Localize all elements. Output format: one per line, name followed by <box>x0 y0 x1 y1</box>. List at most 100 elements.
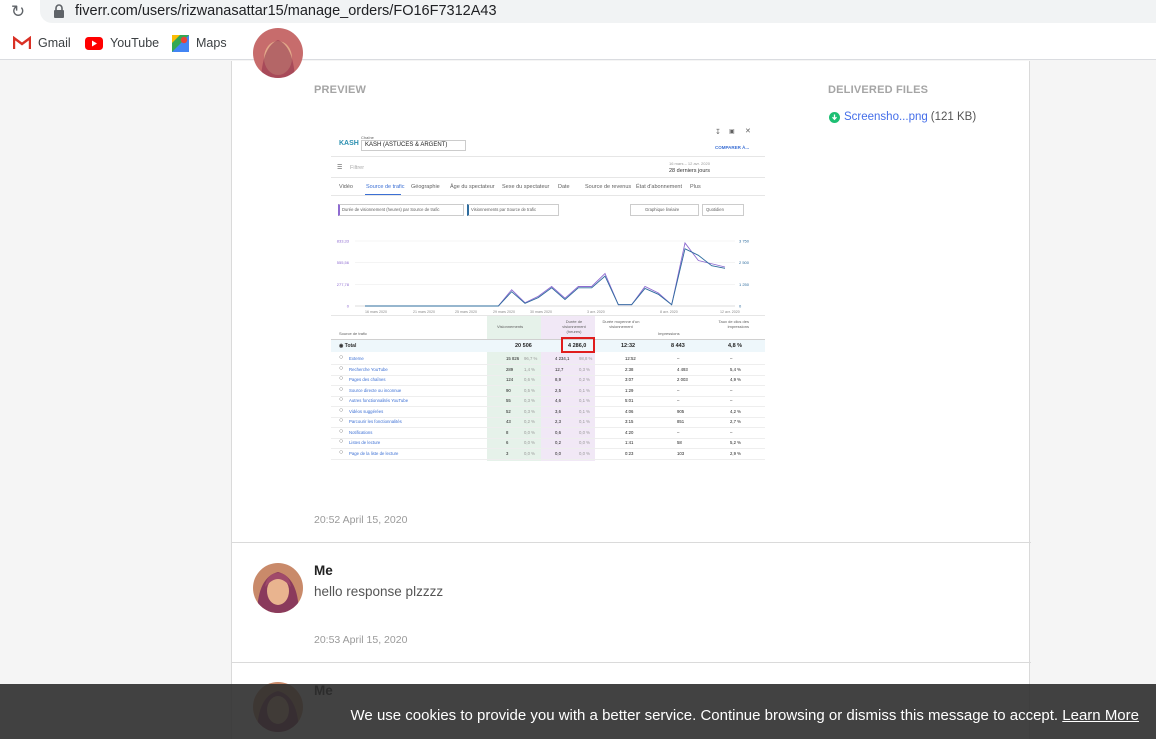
col-header: Durée de visionnement (heures) <box>562 319 586 334</box>
learn-more-link[interactable]: Learn More <box>1062 707 1139 724</box>
row-views: 90 <box>506 387 511 393</box>
bookmark-gmail[interactable]: Gmail <box>13 35 71 51</box>
row-source: Autres fonctionnalités YouTube <box>349 398 409 403</box>
row-avg: 5:01 <box>625 398 634 403</box>
row-views-pct: 0,3 % <box>524 398 535 403</box>
timestamp: 20:52 April 15, 2020 <box>314 514 408 526</box>
timestamp: 20:53 April 15, 2020 <box>314 634 408 646</box>
row-avg: 1:41 <box>625 440 634 445</box>
reload-icon[interactable]: ↻ <box>9 3 27 21</box>
x-tick: 12 avr. 2020 <box>720 310 740 314</box>
row-watch-pct: 0,1 % <box>579 408 590 414</box>
total-ctr: 4,8 % <box>728 343 743 349</box>
row-impr: 4 493 <box>677 366 688 372</box>
row-avg: 4:20 <box>625 429 634 435</box>
row-views-pct: 0,6 % <box>524 377 535 382</box>
cookie-message: We use cookies to provide you with a bet… <box>351 707 1139 724</box>
bookmark-label: Maps <box>196 36 227 50</box>
message-divider <box>232 542 1031 543</box>
row-views: 52 <box>506 408 511 414</box>
tab: Date <box>558 184 570 190</box>
row-watch: 4 234,1 <box>555 356 570 361</box>
row-avg: 1:29 <box>625 387 634 393</box>
row-views-pct: 0,0 % <box>524 450 535 456</box>
row-avg: 4:06 <box>625 408 634 414</box>
col-header: Impressions <box>658 331 680 336</box>
row-ctr: – <box>730 356 733 361</box>
row-impr: 851 <box>677 419 685 424</box>
lock-icon[interactable] <box>53 4 65 18</box>
row-radio: ○ <box>339 385 344 393</box>
file-link[interactable]: Screensho...png <box>844 111 928 123</box>
series-views <box>365 248 726 307</box>
row-avg: 0:23 <box>625 450 634 456</box>
row-avg: 12:52 <box>625 356 636 361</box>
y-tick-right: 3 750 <box>739 239 750 244</box>
row-views: 15 826 <box>506 356 520 361</box>
x-tick: 21 mars 2020 <box>413 310 435 314</box>
row-watch-pct: 0,2 % <box>579 377 590 382</box>
row-impr: 58 <box>677 440 682 445</box>
bookmark-youtube[interactable]: YouTube <box>85 35 159 51</box>
row-watch: 4,6 <box>555 398 561 403</box>
total-impr: 8 443 <box>671 343 685 349</box>
row-ctr: 4,2 % <box>730 408 741 414</box>
row-watch-pct: 0,0 % <box>579 450 590 456</box>
row-radio: ○ <box>339 417 344 424</box>
close-icon: ✕ <box>745 128 751 135</box>
row-source: Externe <box>349 356 364 361</box>
row-watch: 12,7 <box>555 366 564 372</box>
row-ctr: – <box>730 429 733 435</box>
row-impr: – <box>677 398 680 403</box>
comment-icon: ▣ <box>729 129 735 135</box>
row-watch: 0,0 <box>555 450 561 456</box>
series-watch-time <box>365 241 726 307</box>
row-ctr: 2,7 % <box>730 419 741 424</box>
row-views: 43 <box>506 419 511 424</box>
download-icon[interactable] <box>829 111 840 123</box>
row-watch: 2,5 <box>555 387 561 393</box>
row-source: Listes de lecture <box>349 440 381 445</box>
row-watch-pct: 98,8 % <box>579 356 593 361</box>
row-radio: ○ <box>339 364 344 372</box>
row-impr: 103 <box>677 450 685 456</box>
row-ctr: 2,9 % <box>730 450 741 456</box>
tab: Géographie <box>411 184 440 190</box>
preview-image[interactable]: Chaîne KASH KASH (ASTUCES & ARGENT) ↧ ▣ … <box>325 116 771 461</box>
row-views: 124 <box>506 377 514 382</box>
filter-icon: ☰ <box>337 165 343 171</box>
x-tick: 3 avr. 2020 <box>587 310 605 314</box>
row-views: 289 <box>506 366 514 372</box>
row-watch: 2,3 <box>555 419 561 424</box>
row-avg: 3:07 <box>625 377 634 382</box>
y-tick-right: 2 500 <box>739 260 750 265</box>
row-radio: ○ <box>339 396 344 403</box>
cookie-banner: We use cookies to provide you with a bet… <box>0 684 1156 739</box>
row-views-pct: 0,0 % <box>524 429 535 435</box>
url-text[interactable]: fiverr.com/users/rizwanasattar15/manage_… <box>75 3 497 19</box>
row-watch-pct: 0,1 % <box>579 398 590 403</box>
row-radio: ○ <box>339 438 344 445</box>
date-range: 28 derniers jours <box>669 168 710 174</box>
row-views: 55 <box>506 398 511 403</box>
row-source: Page de la liste de lecture <box>349 450 399 456</box>
row-source: Source directe ou inconnue <box>349 387 402 393</box>
col-header: Durée moyenne d'un visionnement <box>602 319 640 329</box>
col-header: Source de trafic <box>339 331 368 336</box>
row-views-pct: 1,4 % <box>524 366 535 372</box>
row-radio: ○ <box>339 406 344 414</box>
row-avg: 3:15 <box>625 419 634 424</box>
row-ctr: – <box>730 398 733 403</box>
row-views: 3 <box>506 450 509 456</box>
row-watch-pct: 0,0 % <box>579 440 590 445</box>
row-source: Parcourir les fonctionnalités <box>349 419 402 424</box>
metric-dropdown-label: Durée de visionnement (heures) par Sourc… <box>342 207 440 212</box>
row-avg: 2:38 <box>625 366 634 372</box>
address-bar-row: ↻ fiverr.com/users/rizwanasattar15/manag… <box>0 0 1156 27</box>
total-label: ◉ Total <box>339 343 357 349</box>
row-impr: 905 <box>677 408 685 414</box>
row-source: Pages des chaînes <box>349 377 386 382</box>
row-views-pct: 0,2 % <box>524 419 535 424</box>
row-views-pct: 96,7 % <box>524 356 538 361</box>
bookmark-maps[interactable]: Maps <box>172 34 227 52</box>
